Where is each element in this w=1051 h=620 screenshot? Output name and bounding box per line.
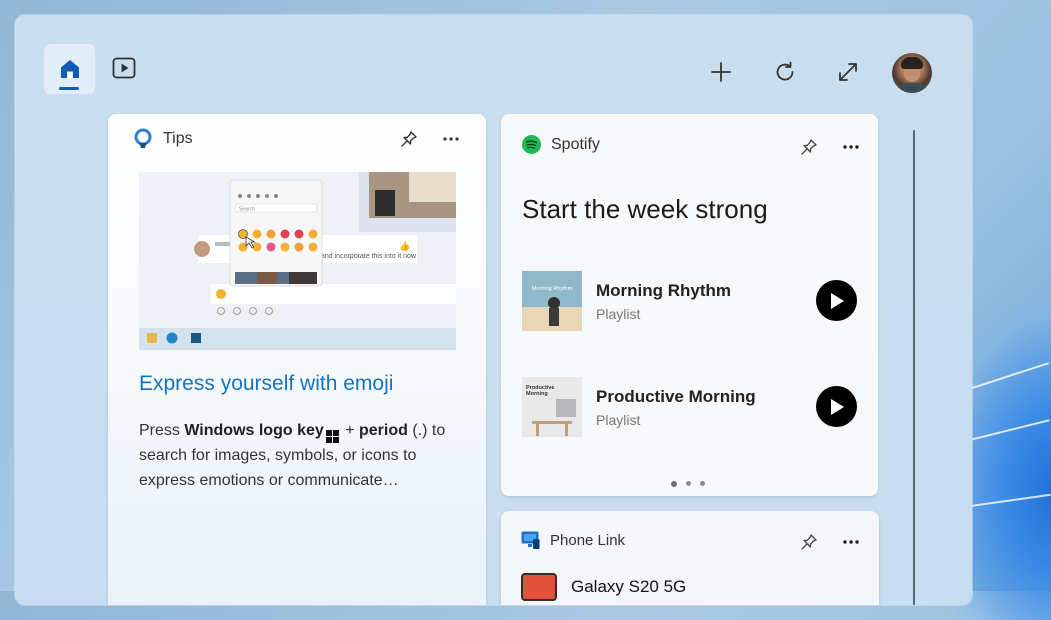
more-icon: [443, 137, 459, 141]
tips-pin-button[interactable]: [398, 128, 420, 150]
tips-lightbulb-icon: [134, 128, 152, 148]
phone-link-app-name: Phone Link: [550, 531, 626, 549]
board-scrollbar[interactable]: [913, 130, 915, 605]
refresh-icon: [776, 61, 794, 81]
phone-thumbnail: [521, 573, 557, 601]
spotify-actions: [798, 136, 862, 158]
tips-description: Press Windows logo key + period (.) to s…: [139, 418, 459, 493]
svg-text:👍: 👍: [399, 240, 410, 252]
more-icon: [843, 145, 859, 149]
avatar-hair: [901, 57, 923, 69]
tips-illustration: and incorporate this into it now 👍 Searc…: [139, 172, 456, 350]
svg-text:Search: Search: [239, 207, 255, 213]
spotify-header: Spotify: [522, 135, 600, 154]
tips-body-plus: +: [340, 422, 359, 439]
page-dot[interactable]: [671, 480, 677, 487]
play-button[interactable]: [816, 280, 857, 321]
tips-body-prefix: Press: [139, 422, 185, 439]
active-tab-indicator: [59, 87, 79, 90]
emoji-panel-illustration: and incorporate this into it now 👍 Searc…: [139, 172, 456, 350]
spotify-logo-icon: [522, 135, 541, 154]
playlist-title: Morning Rhythm: [596, 281, 732, 300]
profile-avatar[interactable]: [892, 53, 932, 93]
playlist-type: Playlist: [596, 306, 641, 322]
home-icon: [60, 60, 79, 78]
phone-link-icon: [521, 531, 540, 549]
avatar-shirt: [896, 83, 928, 93]
page-dot[interactable]: [700, 481, 705, 486]
expand-icon: [839, 63, 857, 81]
refresh-button[interactable]: [761, 48, 809, 96]
playlist-item[interactable]: Morning Rhythm Morning Rhythm Playlist: [522, 271, 862, 331]
tips-header: Tips: [133, 128, 193, 150]
tips-actions: [398, 128, 462, 150]
pin-icon: [801, 139, 817, 155]
widgets-board: Tips and incorporate this into it now 👍 …: [15, 15, 972, 605]
tips-widget[interactable]: Tips and incorporate this into it now 👍 …: [108, 114, 486, 605]
spotify-app-name: Spotify: [551, 135, 600, 153]
pin-icon: [801, 534, 817, 550]
video-icon: [112, 57, 136, 79]
add-widget-button[interactable]: [697, 48, 745, 96]
tips-more-button[interactable]: [440, 128, 462, 150]
play-icon: [830, 398, 844, 415]
phone-link-pin-button[interactable]: [798, 531, 820, 553]
cover-text: Morning Rhythm: [532, 286, 573, 292]
expand-button[interactable]: [824, 48, 872, 96]
play-button[interactable]: [816, 386, 857, 427]
play-icon: [830, 292, 844, 309]
windows-logo-icon: [325, 430, 339, 443]
phone-link-more-button[interactable]: [840, 531, 862, 553]
svg-text:and incorporate this into it n: and incorporate this into it now: [321, 253, 417, 260]
tips-app-name: Tips: [163, 130, 193, 147]
phone-device-row[interactable]: Galaxy S20 5G: [521, 573, 686, 601]
phone-device-name: Galaxy S20 5G: [571, 577, 687, 596]
add-icon: [711, 62, 731, 82]
spotify-heading: Start the week strong: [522, 194, 768, 224]
spotify-widget[interactable]: Spotify Start the week strong Morning Rh…: [501, 114, 878, 496]
home-tab[interactable]: [44, 44, 95, 94]
tips-body-key2: period: [359, 422, 408, 439]
phone-link-actions: [798, 531, 862, 553]
playlist-item[interactable]: Productive Morning Productive Morning Pla…: [522, 377, 862, 437]
page-indicator: [671, 480, 705, 487]
playlist-cover: Productive Morning: [522, 377, 582, 437]
tips-title[interactable]: Express yourself with emoji: [139, 372, 393, 396]
playlist-cover: Morning Rhythm: [522, 271, 582, 331]
tips-body-key1: Windows logo key: [184, 422, 324, 439]
playlist-type: Playlist: [596, 412, 641, 428]
video-tab[interactable]: [100, 44, 148, 92]
playlist-title: Productive Morning: [596, 387, 756, 406]
more-icon: [843, 540, 859, 544]
spotify-more-button[interactable]: [840, 136, 862, 158]
phone-link-header: Phone Link: [521, 531, 625, 549]
pin-icon: [401, 131, 417, 147]
page-dot[interactable]: [686, 481, 691, 486]
spotify-pin-button[interactable]: [798, 136, 820, 158]
